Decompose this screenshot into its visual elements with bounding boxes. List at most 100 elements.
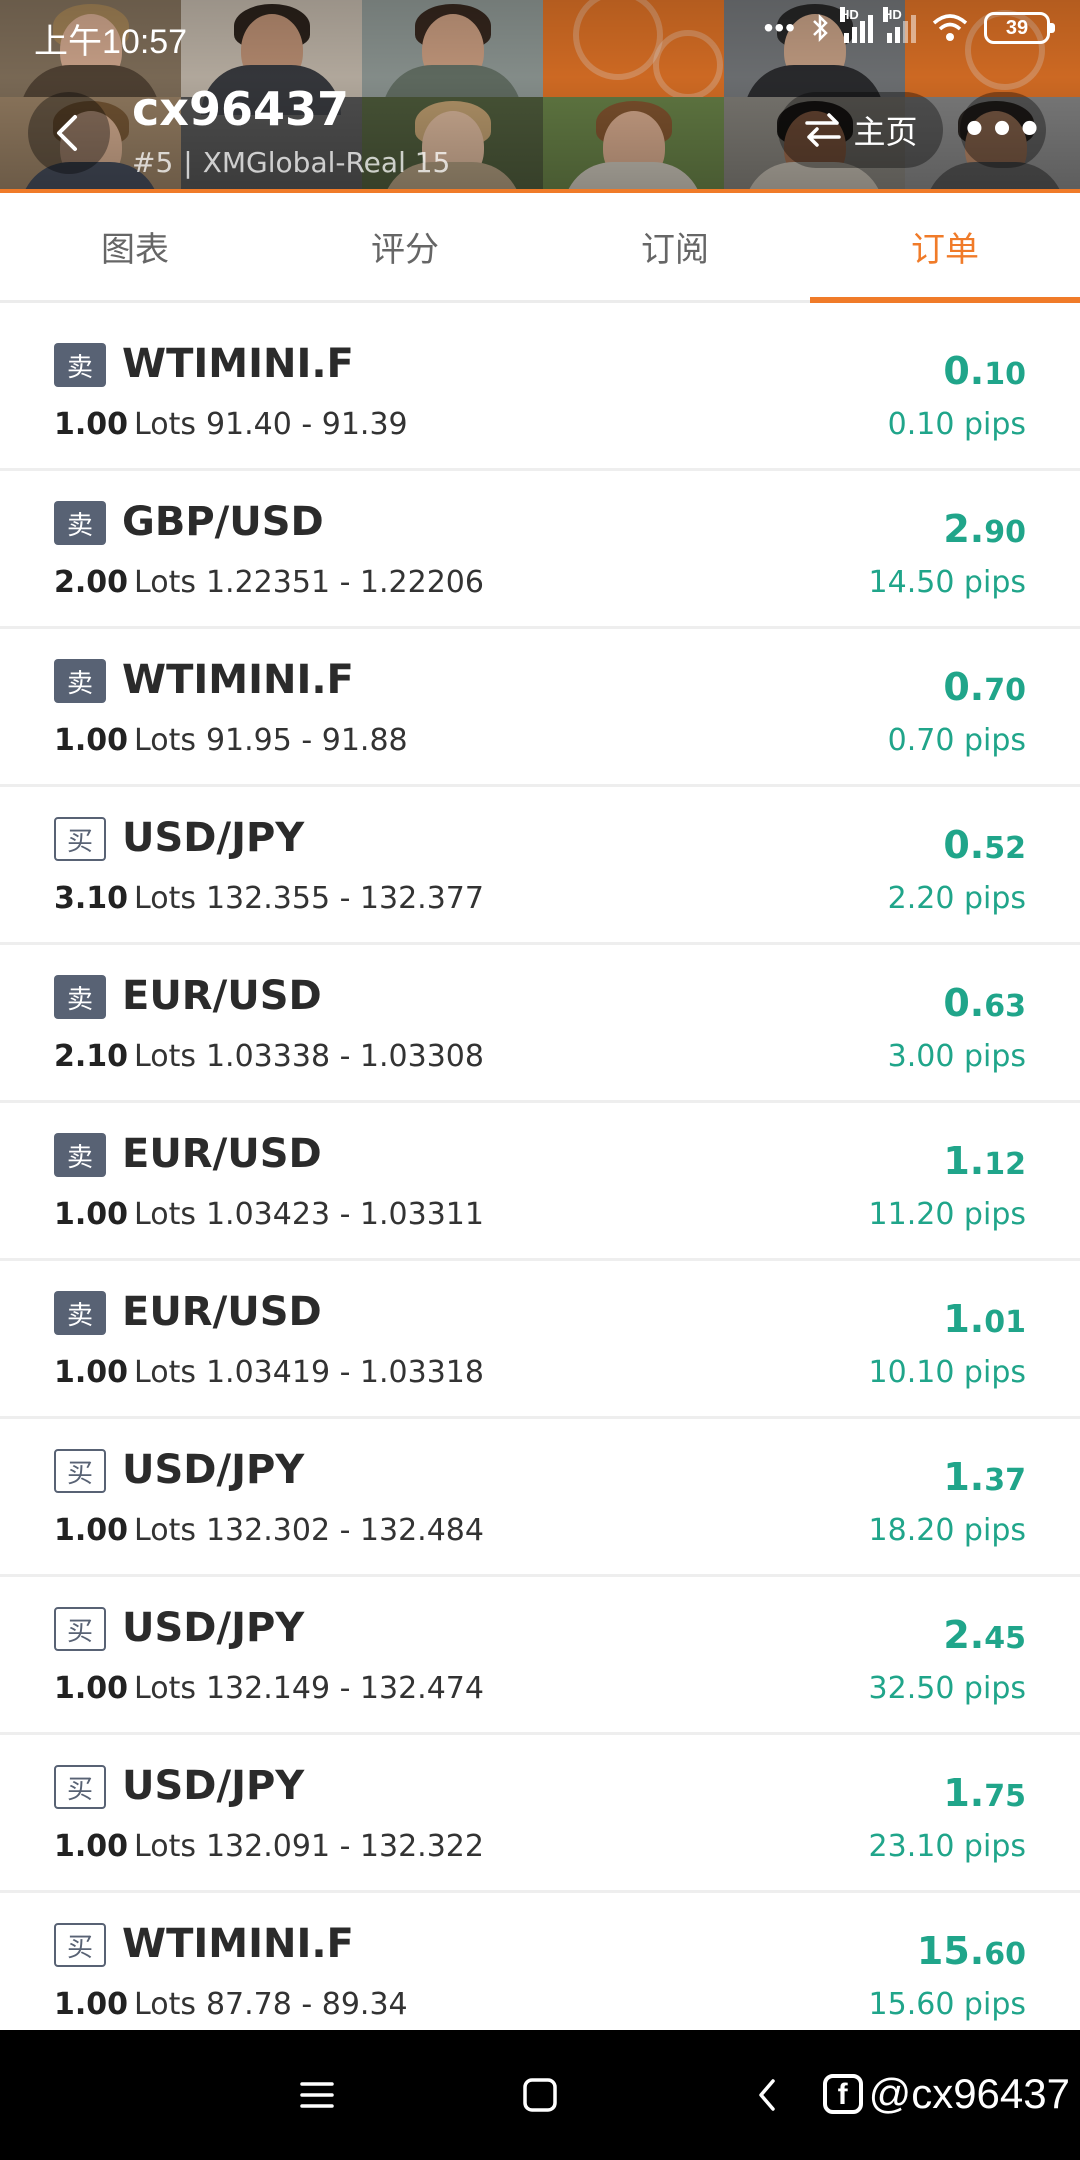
- swap-arrows-icon: [805, 113, 842, 147]
- order-profit: 0.52: [943, 823, 1026, 867]
- order-lots: 2.10: [54, 1039, 129, 1074]
- watermark: f @cx96437: [822, 2070, 1070, 2118]
- order-prices: 132.091 - 132.322: [205, 1829, 484, 1864]
- order-profit-int: 15.: [916, 1929, 985, 1973]
- more-dots-icon: •••: [961, 107, 1045, 153]
- order-lots: 2.00: [54, 565, 129, 600]
- order-prices: 1.03423 - 1.03311: [205, 1197, 484, 1232]
- order-prices: 1.22351 - 1.22206: [205, 565, 484, 600]
- order-row[interactable]: 卖 WTIMINI.F 1.00 Lots 91.95 - 91.88 0.70 0.70 …: [0, 629, 1080, 787]
- order-details: 1.00 Lots 132.302 - 132.484: [54, 1513, 484, 1548]
- order-lots-unit: Lots: [134, 407, 196, 442]
- order-lots: 3.10: [54, 881, 129, 916]
- order-profit-dec: 60: [984, 1937, 1026, 1972]
- order-details: 1.00 Lots 87.78 - 89.34: [54, 1987, 408, 2022]
- order-profit-dec: 10: [984, 357, 1026, 392]
- order-symbol: USD/JPY: [122, 1605, 305, 1651]
- order-pips: 15.60 pips: [868, 1987, 1026, 2022]
- menu-icon: [300, 2082, 334, 2108]
- order-lots: 1.00: [54, 1513, 129, 1548]
- wifi-icon: [932, 14, 968, 41]
- order-profit-int: 2.: [943, 1613, 985, 1657]
- side-badge: 卖: [54, 1133, 106, 1177]
- order-profit-int: 2.: [943, 507, 985, 551]
- order-details: 1.00 Lots 91.40 - 91.39: [54, 407, 408, 442]
- order-profit-dec: 12: [984, 1147, 1026, 1182]
- order-symbol: USD/JPY: [122, 1447, 305, 1493]
- order-symbol: WTIMINI.F: [122, 341, 354, 387]
- order-profit-int: 0.: [943, 665, 985, 709]
- tab-bar: 图表 评分 订阅 订单: [0, 193, 1080, 303]
- order-pips: 0.70 pips: [887, 723, 1026, 758]
- order-pips: 18.20 pips: [868, 1513, 1026, 1548]
- tab-subscribe[interactable]: 订阅: [540, 193, 810, 300]
- order-row[interactable]: 买 USD/JPY 1.00 Lots 132.302 - 132.484 1.37 18.…: [0, 1419, 1080, 1577]
- order-symbol: WTIMINI.F: [122, 657, 354, 703]
- home-button[interactable]: 主页: [778, 92, 943, 168]
- status-icons: ••• HD HD 39: [763, 7, 1055, 44]
- back-button[interactable]: [28, 92, 110, 174]
- status-time: 上午10:57: [34, 23, 188, 61]
- order-profit: 0.63: [943, 981, 1026, 1025]
- order-prices: 132.149 - 132.474: [205, 1671, 484, 1706]
- order-row[interactable]: 买 USD/JPY 3.10 Lots 132.355 - 132.377 0.52 2.2…: [0, 787, 1080, 945]
- system-nav-bar: f @cx96437: [0, 2030, 1080, 2160]
- order-profit-int: 1.: [943, 1139, 985, 1183]
- order-profit-int: 1.: [943, 1455, 985, 1499]
- order-profit-dec: 01: [984, 1305, 1026, 1340]
- home-nav-button[interactable]: [515, 2070, 565, 2120]
- order-lots-unit: Lots: [134, 1513, 196, 1548]
- tab-rating[interactable]: 评分: [270, 193, 540, 300]
- nav-back-button[interactable]: [742, 2070, 792, 2120]
- order-profit-int: 0.: [943, 981, 985, 1025]
- order-lots-unit: Lots: [134, 723, 196, 758]
- more-status-icon: •••: [763, 12, 796, 43]
- order-prices: 87.78 - 89.34: [205, 1987, 408, 2022]
- order-profit-dec: 63: [984, 989, 1026, 1024]
- order-row[interactable]: 卖 EUR/USD 2.10 Lots 1.03338 - 1.03308 0.63 3.0…: [0, 945, 1080, 1103]
- order-profit-int: 1.: [943, 1771, 985, 1815]
- order-profit-dec: 70: [984, 673, 1026, 708]
- tab-orders[interactable]: 订单: [810, 193, 1080, 303]
- order-profit-dec: 75: [984, 1779, 1026, 1814]
- order-profit: 1.01: [943, 1297, 1026, 1341]
- order-pips: 23.10 pips: [868, 1829, 1026, 1864]
- order-symbol: USD/JPY: [122, 815, 305, 861]
- order-details: 2.10 Lots 1.03338 - 1.03308: [54, 1039, 484, 1074]
- chevron-left-icon: [57, 115, 77, 151]
- server-name: XMGlobal-Real 15: [202, 146, 451, 179]
- order-prices: 1.03419 - 1.03318: [205, 1355, 484, 1390]
- order-row[interactable]: 卖 EUR/USD 1.00 Lots 1.03423 - 1.03311 1.12 11.…: [0, 1103, 1080, 1261]
- order-lots-unit: Lots: [134, 1355, 196, 1390]
- order-prices: 91.95 - 91.88: [205, 723, 408, 758]
- rank: #5: [132, 146, 174, 179]
- username: cx96437: [132, 82, 349, 136]
- order-lots-unit: Lots: [134, 881, 196, 916]
- tab-chart[interactable]: 图表: [0, 193, 270, 300]
- order-lots: 1.00: [54, 1671, 129, 1706]
- order-details: 1.00 Lots 1.03423 - 1.03311: [54, 1197, 484, 1232]
- signal-icon: HD: [883, 7, 916, 43]
- order-row[interactable]: 买 USD/JPY 1.00 Lots 132.149 - 132.474 2.45 32.…: [0, 1577, 1080, 1735]
- menu-button[interactable]: [292, 2070, 342, 2120]
- side-badge: 买: [54, 1607, 106, 1651]
- side-badge: 卖: [54, 1291, 106, 1335]
- order-row[interactable]: 卖 WTIMINI.F 1.00 Lots 91.40 - 91.39 0.10 0.10 …: [0, 313, 1080, 471]
- bluetooth-icon: [813, 13, 828, 43]
- facebook-icon: f: [822, 2074, 863, 2114]
- home-label: 主页: [853, 113, 918, 151]
- order-row[interactable]: 买 WTIMINI.F 1.00 Lots 87.78 - 89.34 15.60 15.6…: [0, 1893, 1080, 2051]
- order-pips: 14.50 pips: [868, 565, 1026, 600]
- order-lots-unit: Lots: [134, 1671, 196, 1706]
- more-button[interactable]: •••: [960, 92, 1046, 168]
- order-symbol: WTIMINI.F: [122, 1921, 354, 1967]
- order-row[interactable]: 卖 GBP/USD 2.00 Lots 1.22351 - 1.22206 2.90 14.…: [0, 471, 1080, 629]
- order-details: 3.10 Lots 132.355 - 132.377: [54, 881, 484, 916]
- order-row[interactable]: 卖 EUR/USD 1.00 Lots 1.03419 - 1.03318 1.01 10.…: [0, 1261, 1080, 1419]
- order-prices: 91.40 - 91.39: [205, 407, 408, 442]
- order-lots-unit: Lots: [134, 1039, 196, 1074]
- order-symbol: USD/JPY: [122, 1763, 305, 1809]
- order-profit-dec: 37: [984, 1463, 1026, 1498]
- order-row[interactable]: 买 USD/JPY 1.00 Lots 132.091 - 132.322 1.75 23.…: [0, 1735, 1080, 1893]
- order-profit: 1.75: [943, 1771, 1026, 1815]
